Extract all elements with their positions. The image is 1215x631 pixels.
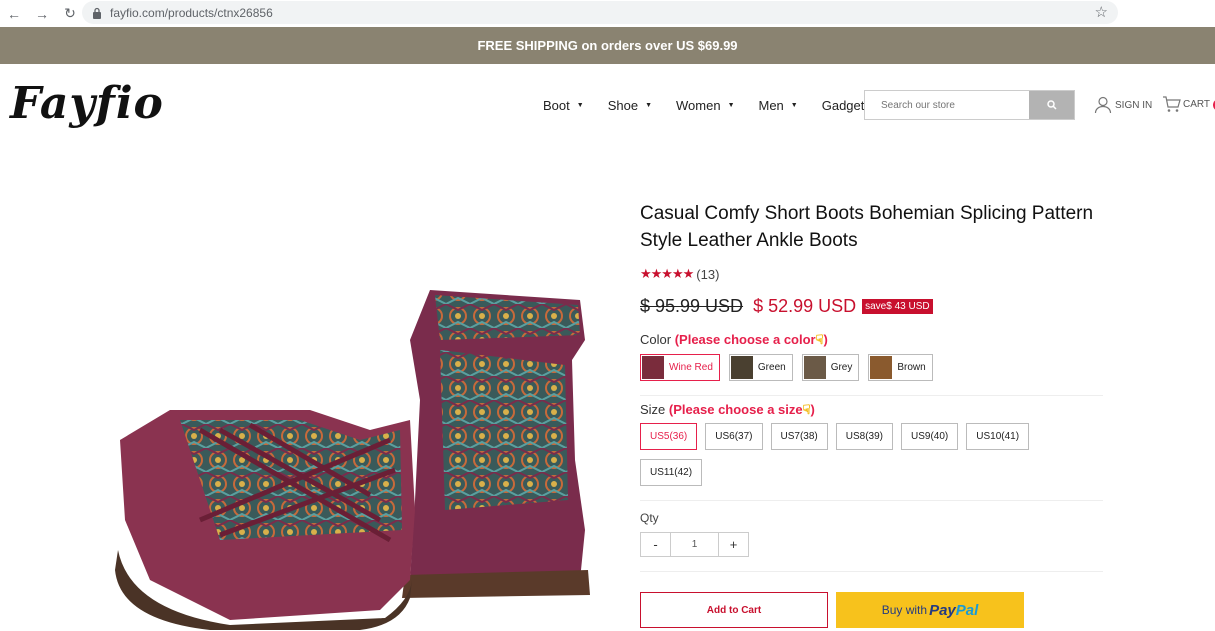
paypal-buy-with: Buy with xyxy=(881,603,928,617)
size-option-us5[interactable]: US5(36) xyxy=(640,423,698,450)
menu-item-label: Gadget xyxy=(821,98,865,113)
size-label-text: Size xyxy=(640,402,666,417)
reload-icon[interactable]: ↻ xyxy=(56,0,84,27)
caret-down-icon: ▼ xyxy=(790,102,798,109)
quantity-input[interactable]: 1 xyxy=(670,533,719,556)
forward-icon[interactable]: → xyxy=(28,0,56,27)
pointing-hand-icon: ☟ xyxy=(815,332,824,347)
price-row: $ 95.99 USD $ 52.99 USD save$ 43 USD xyxy=(640,296,1105,317)
search-box xyxy=(864,90,1075,120)
color-prompt-text: (Please choose a color xyxy=(674,332,816,347)
paypal-logo-pay: Pay xyxy=(929,601,956,619)
user-icon xyxy=(1094,96,1112,114)
divider xyxy=(640,500,1103,501)
site-logo[interactable]: Fayfio xyxy=(10,78,164,129)
color-option-label: Color (Please choose a color☟) xyxy=(640,332,1105,348)
menu-item-label: Boot xyxy=(543,98,570,113)
rating-stars-icon: ★★★★★ xyxy=(640,266,694,281)
save-badge: save$ 43 USD xyxy=(862,299,933,314)
search-input[interactable] xyxy=(865,91,1029,119)
size-prompt-text: (Please choose a size xyxy=(668,402,803,417)
purchase-actions: Add to Cart Buy with Pay Pal xyxy=(640,592,1024,628)
color-swatch-wine-red[interactable]: Wine Red xyxy=(640,354,720,381)
search-icon xyxy=(1046,100,1057,110)
search-button[interactable] xyxy=(1029,91,1074,119)
menu-item-label: Women xyxy=(676,98,721,113)
swatch-thumbnail xyxy=(730,356,753,379)
product-info: Casual Comfy Short Boots Bohemian Splici… xyxy=(640,200,1105,572)
menu-item-label: Shoe xyxy=(607,98,639,113)
swatch-thumbnail xyxy=(642,356,664,379)
quantity-stepper: - 1 + xyxy=(640,532,749,557)
swatch-label: Green xyxy=(757,362,786,373)
sale-price: $ 52.99 USD xyxy=(753,296,857,316)
back-icon[interactable]: ← xyxy=(0,0,28,27)
size-prompt: (Please choose a size☟) xyxy=(669,402,815,417)
divider xyxy=(640,395,1103,396)
swatch-thumbnail xyxy=(803,356,826,379)
add-to-cart-button[interactable]: Add to Cart xyxy=(640,592,828,628)
pointing-hand-icon: ☟ xyxy=(802,402,811,417)
shipping-banner-text: FREE SHIPPING on orders over US $69.99 xyxy=(477,38,738,53)
quantity-label: Qty xyxy=(640,511,659,525)
size-option-us10[interactable]: US10(41) xyxy=(966,423,1030,450)
paypal-logo-pal: Pal xyxy=(955,601,979,619)
menu-item-boot[interactable]: Boot ▼ xyxy=(543,98,584,113)
divider xyxy=(640,571,1103,572)
size-options: US5(36) US6(37) US7(38) US8(39) US9(40) … xyxy=(640,423,1080,486)
size-option-us6[interactable]: US6(37) xyxy=(705,423,763,450)
sign-in-link[interactable]: SIGN IN xyxy=(1094,96,1152,114)
browser-toolbar: ← → ↻ fayfio.com/products/ctnx26856 ☆ xyxy=(0,0,1215,27)
swatch-label: Brown xyxy=(897,362,926,373)
menu-item-men[interactable]: Men ▼ xyxy=(759,98,798,113)
original-price: $ 95.99 USD xyxy=(640,296,744,316)
quantity-increase-button[interactable]: + xyxy=(719,533,748,556)
caret-down-icon: ▼ xyxy=(727,102,735,109)
color-label-text: Color xyxy=(640,332,672,347)
bookmark-star-icon[interactable]: ☆ xyxy=(1095,3,1108,21)
site-header: Fayfio Boot ▼ Shoe ▼ Women ▼ Men ▼ Gadget ▼ S… xyxy=(0,64,1215,154)
menu-item-label: Men xyxy=(758,98,784,113)
sign-in-label: SIGN IN xyxy=(1115,99,1153,111)
cart-link[interactable]: CART xyxy=(1162,96,1215,113)
color-prompt: (Please choose a color☟) xyxy=(675,332,828,347)
size-option-label: Size (Please choose a size☟) xyxy=(640,402,1105,418)
color-swatch-brown[interactable]: Brown xyxy=(868,354,933,381)
color-swatch-green[interactable]: Green xyxy=(728,354,793,381)
size-option-us8[interactable]: US8(39) xyxy=(835,423,893,450)
product-rating[interactable]: ★★★★★ (13) xyxy=(640,266,1105,282)
product-image[interactable] xyxy=(110,280,600,631)
size-option-us7[interactable]: US7(38) xyxy=(770,423,828,450)
color-swatches: Wine Red Green Grey Brown xyxy=(640,354,1105,381)
color-swatch-grey[interactable]: Grey xyxy=(801,354,860,381)
size-prompt-end: ) xyxy=(810,402,815,417)
quantity-decrease-button[interactable]: - xyxy=(641,533,670,556)
cart-label: CART xyxy=(1183,99,1211,110)
caret-down-icon: ▼ xyxy=(645,102,652,109)
logo-text: Fayfio xyxy=(10,78,164,129)
lock-icon xyxy=(93,7,101,19)
shipping-banner: FREE SHIPPING on orders over US $69.99 xyxy=(0,27,1215,64)
menu-item-shoe[interactable]: Shoe ▼ xyxy=(608,98,652,113)
color-prompt-end: ) xyxy=(823,332,828,347)
url-text: fayfio.com/products/ctnx26856 xyxy=(110,5,273,20)
size-option-us9[interactable]: US9(40) xyxy=(901,423,959,450)
swatch-thumbnail xyxy=(870,356,893,379)
review-count: (13) xyxy=(696,266,720,282)
caret-down-icon: ▼ xyxy=(576,102,584,109)
paypal-button[interactable]: Buy with Pay Pal xyxy=(836,592,1024,628)
address-bar[interactable]: fayfio.com/products/ctnx26856 ☆ xyxy=(82,1,1118,24)
swatch-label: Grey xyxy=(830,362,853,373)
product-title: Casual Comfy Short Boots Bohemian Splici… xyxy=(640,203,1094,251)
main-menu: Boot ▼ Shoe ▼ Women ▼ Men ▼ Gadget ▼ xyxy=(543,98,902,113)
size-option-us11[interactable]: US11(42) xyxy=(640,459,703,486)
swatch-label: Wine Red xyxy=(669,362,713,373)
cart-icon xyxy=(1163,96,1181,112)
menu-item-women[interactable]: Women ▼ xyxy=(676,98,735,113)
